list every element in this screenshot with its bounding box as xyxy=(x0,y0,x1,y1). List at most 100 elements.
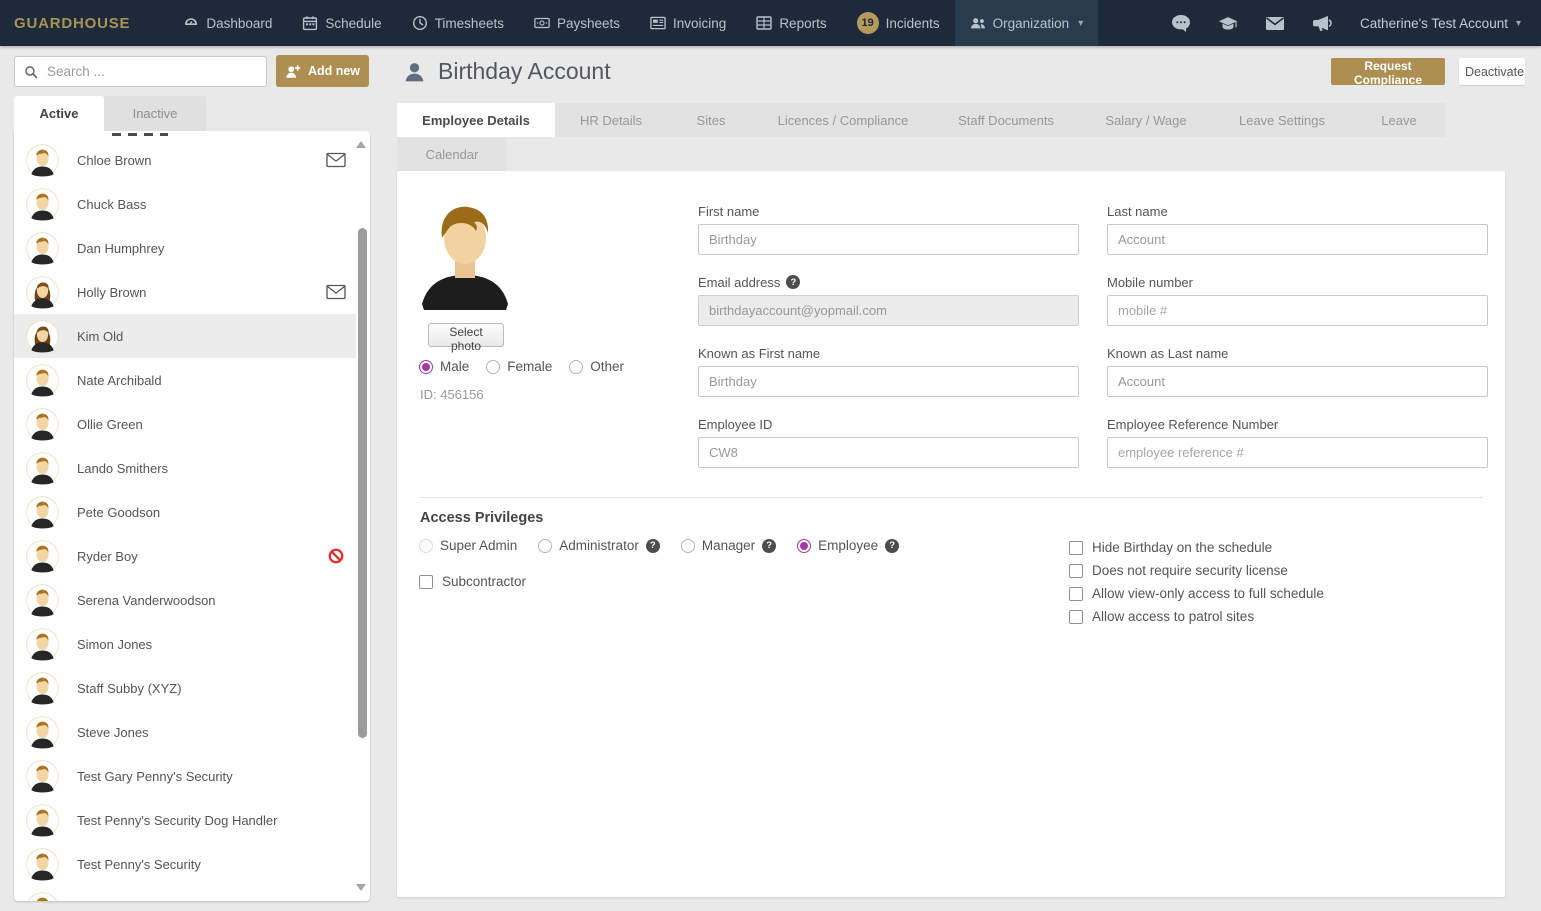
tab-salary-wage[interactable]: Salary / Wage xyxy=(1081,103,1211,137)
employee-row-lando-smithers[interactable]: Lando Smithers xyxy=(14,446,356,490)
role-option-administrator[interactable]: Administrator? xyxy=(538,538,660,553)
role-label: Manager xyxy=(701,538,756,553)
scrollbar-up-arrow[interactable] xyxy=(356,141,366,148)
radio-female[interactable] xyxy=(486,359,501,374)
clipped-row-sliver xyxy=(112,133,168,136)
employee-row-ollie-green[interactable]: Ollie Green xyxy=(14,402,356,446)
nav-item-timesheets[interactable]: Timesheets xyxy=(397,0,519,46)
input-known-as-last-name[interactable] xyxy=(1107,366,1488,397)
checkbox-hide-birthday-on-the-schedule[interactable] xyxy=(1069,540,1083,555)
employee-row-staff-subby-xyz[interactable]: Staff Subby (XYZ) xyxy=(14,666,356,710)
input-mobile-number[interactable] xyxy=(1107,295,1488,326)
employee-name: Dan Humphrey xyxy=(77,240,165,256)
option-does-not-require-security-license[interactable]: Does not require security license xyxy=(1069,559,1324,582)
gender-option-female[interactable]: Female xyxy=(486,359,552,374)
envelope-icon[interactable] xyxy=(326,284,346,300)
tab-sites[interactable]: Sites xyxy=(667,103,755,137)
avatar xyxy=(26,891,59,901)
nav-item-paysheets[interactable]: Paysheets xyxy=(519,0,635,46)
radio-manager[interactable] xyxy=(680,538,695,553)
employee-name: Chloe Brown xyxy=(77,152,152,168)
help-icon[interactable]: ? xyxy=(762,538,777,553)
gender-option-male[interactable]: Male xyxy=(419,359,469,374)
nav-item-organization[interactable]: Organization ▾ xyxy=(954,0,1099,46)
graduation-cap-icon[interactable] xyxy=(1218,14,1238,33)
radio-administrator[interactable] xyxy=(538,538,553,553)
request-compliance-button[interactable]: Request Compliance xyxy=(1331,58,1445,87)
radio-super-admin[interactable] xyxy=(419,538,433,553)
select-photo-button[interactable]: Select photo xyxy=(428,323,504,353)
mail-icon[interactable] xyxy=(1265,14,1285,33)
gender-option-other[interactable]: Other xyxy=(569,359,624,374)
help-icon[interactable]: ? xyxy=(645,538,660,553)
scrollbar-thumb[interactable] xyxy=(358,228,367,738)
comment-icon[interactable] xyxy=(1171,14,1191,33)
employee-row-dan-humphrey[interactable]: Dan Humphrey xyxy=(14,226,356,270)
sidebar-tab-inactive[interactable]: Inactive xyxy=(104,96,206,131)
employee-row-simon-jones[interactable]: Simon Jones xyxy=(14,622,356,666)
tab-hr-details[interactable]: HR Details xyxy=(555,103,667,137)
input-employee-id[interactable] xyxy=(698,437,1079,468)
nav-item-schedule[interactable]: Schedule xyxy=(287,0,396,46)
app-logo[interactable]: GUARDHOUSE xyxy=(14,15,130,32)
help-icon[interactable]: ? xyxy=(786,275,801,289)
nav-item-dashboard[interactable]: Dashboard xyxy=(168,0,287,46)
employee-name: Nate Archibald xyxy=(77,372,162,388)
employee-row-holly-brown[interactable]: Holly Brown xyxy=(14,270,356,314)
role-option-manager[interactable]: Manager? xyxy=(680,538,777,553)
ban-icon xyxy=(326,548,346,564)
add-new-button[interactable]: Add new xyxy=(276,55,369,87)
nav-item-reports[interactable]: Reports xyxy=(741,0,841,46)
envelope-icon[interactable] xyxy=(326,152,346,168)
nav-item-incidents[interactable]: 19 Incidents xyxy=(842,0,955,46)
input-known-as-first-name[interactable] xyxy=(698,366,1079,397)
subcontractor-checkbox[interactable] xyxy=(419,574,433,589)
option-allow-view-only-access-to-full-schedule[interactable]: Allow view-only access to full schedule xyxy=(1069,582,1324,605)
checkbox-allow-access-to-patrol-sites[interactable] xyxy=(1069,609,1083,624)
input-employee-reference-number[interactable] xyxy=(1107,437,1488,468)
employee-row-ryder-boy[interactable]: Ryder Boy xyxy=(14,534,356,578)
employee-row-test-penny-s-security[interactable]: Test Penny's Security xyxy=(14,842,356,886)
tab-staff-documents[interactable]: Staff Documents xyxy=(931,103,1081,137)
role-label: Administrator xyxy=(559,538,639,553)
employee-row-serena-vanderwoodson[interactable]: Serena Vanderwoodson xyxy=(14,578,356,622)
radio-other[interactable] xyxy=(569,359,584,374)
account-name: Catherine's Test Account xyxy=(1360,15,1508,31)
employee-row-kim-old[interactable]: Kim Old xyxy=(14,314,356,358)
search-input[interactable] xyxy=(45,63,266,80)
tab-leave-settings[interactable]: Leave Settings xyxy=(1211,103,1353,137)
radio-employee[interactable] xyxy=(797,538,812,553)
tab-calendar[interactable]: Calendar xyxy=(397,137,507,171)
role-option-super-admin[interactable]: Super Admin xyxy=(419,538,517,553)
tab-licences-compliance[interactable]: Licences / Compliance xyxy=(755,103,931,137)
account-menu[interactable]: Catherine's Test Account ▾ xyxy=(1360,16,1521,31)
help-icon[interactable]: ? xyxy=(885,538,900,553)
employee-row-pete-goodson[interactable]: Pete Goodson xyxy=(14,490,356,534)
deactivate-button[interactable]: Deactivate xyxy=(1459,58,1525,85)
scrollbar-down-arrow[interactable] xyxy=(356,884,366,891)
input-last-name[interactable] xyxy=(1107,224,1488,255)
employee-row-partial xyxy=(14,886,356,901)
employee-row-test-gary-penny-s-security[interactable]: Test Gary Penny's Security xyxy=(14,754,356,798)
employee-row-chuck-bass[interactable]: Chuck Bass xyxy=(14,182,356,226)
tab-employee-details[interactable]: Employee Details xyxy=(397,103,555,137)
topnav-right: Catherine's Test Account ▾ xyxy=(1171,14,1521,33)
input-email-address[interactable] xyxy=(698,295,1079,326)
checkbox-allow-view-only-access-to-full-schedule[interactable] xyxy=(1069,586,1083,601)
option-allow-access-to-patrol-sites[interactable]: Allow access to patrol sites xyxy=(1069,605,1324,628)
employee-row-test-penny-s-security-dog-handler[interactable]: Test Penny's Security Dog Handler xyxy=(14,798,356,842)
sidebar-tab-active[interactable]: Active xyxy=(14,96,104,131)
employee-row-chloe-brown[interactable]: Chloe Brown xyxy=(14,138,356,182)
employee-row-steve-jones[interactable]: Steve Jones xyxy=(14,710,356,754)
checkbox-does-not-require-security-license[interactable] xyxy=(1069,563,1083,578)
tab-leave[interactable]: Leave xyxy=(1353,103,1445,137)
option-hide-birthday-on-the-schedule[interactable]: Hide Birthday on the schedule xyxy=(1069,536,1324,559)
schedule-options-list: Hide Birthday on the schedule Does not re… xyxy=(1069,536,1324,628)
input-first-name[interactable] xyxy=(698,224,1079,255)
employee-row-nate-archibald[interactable]: Nate Archibald xyxy=(14,358,356,402)
megaphone-icon[interactable] xyxy=(1312,14,1332,33)
nav-item-invoicing[interactable]: Invoicing xyxy=(635,0,741,46)
subcontractor-option[interactable]: Subcontractor xyxy=(419,574,526,589)
role-option-employee[interactable]: Employee? xyxy=(797,538,900,553)
radio-male[interactable] xyxy=(419,359,433,374)
